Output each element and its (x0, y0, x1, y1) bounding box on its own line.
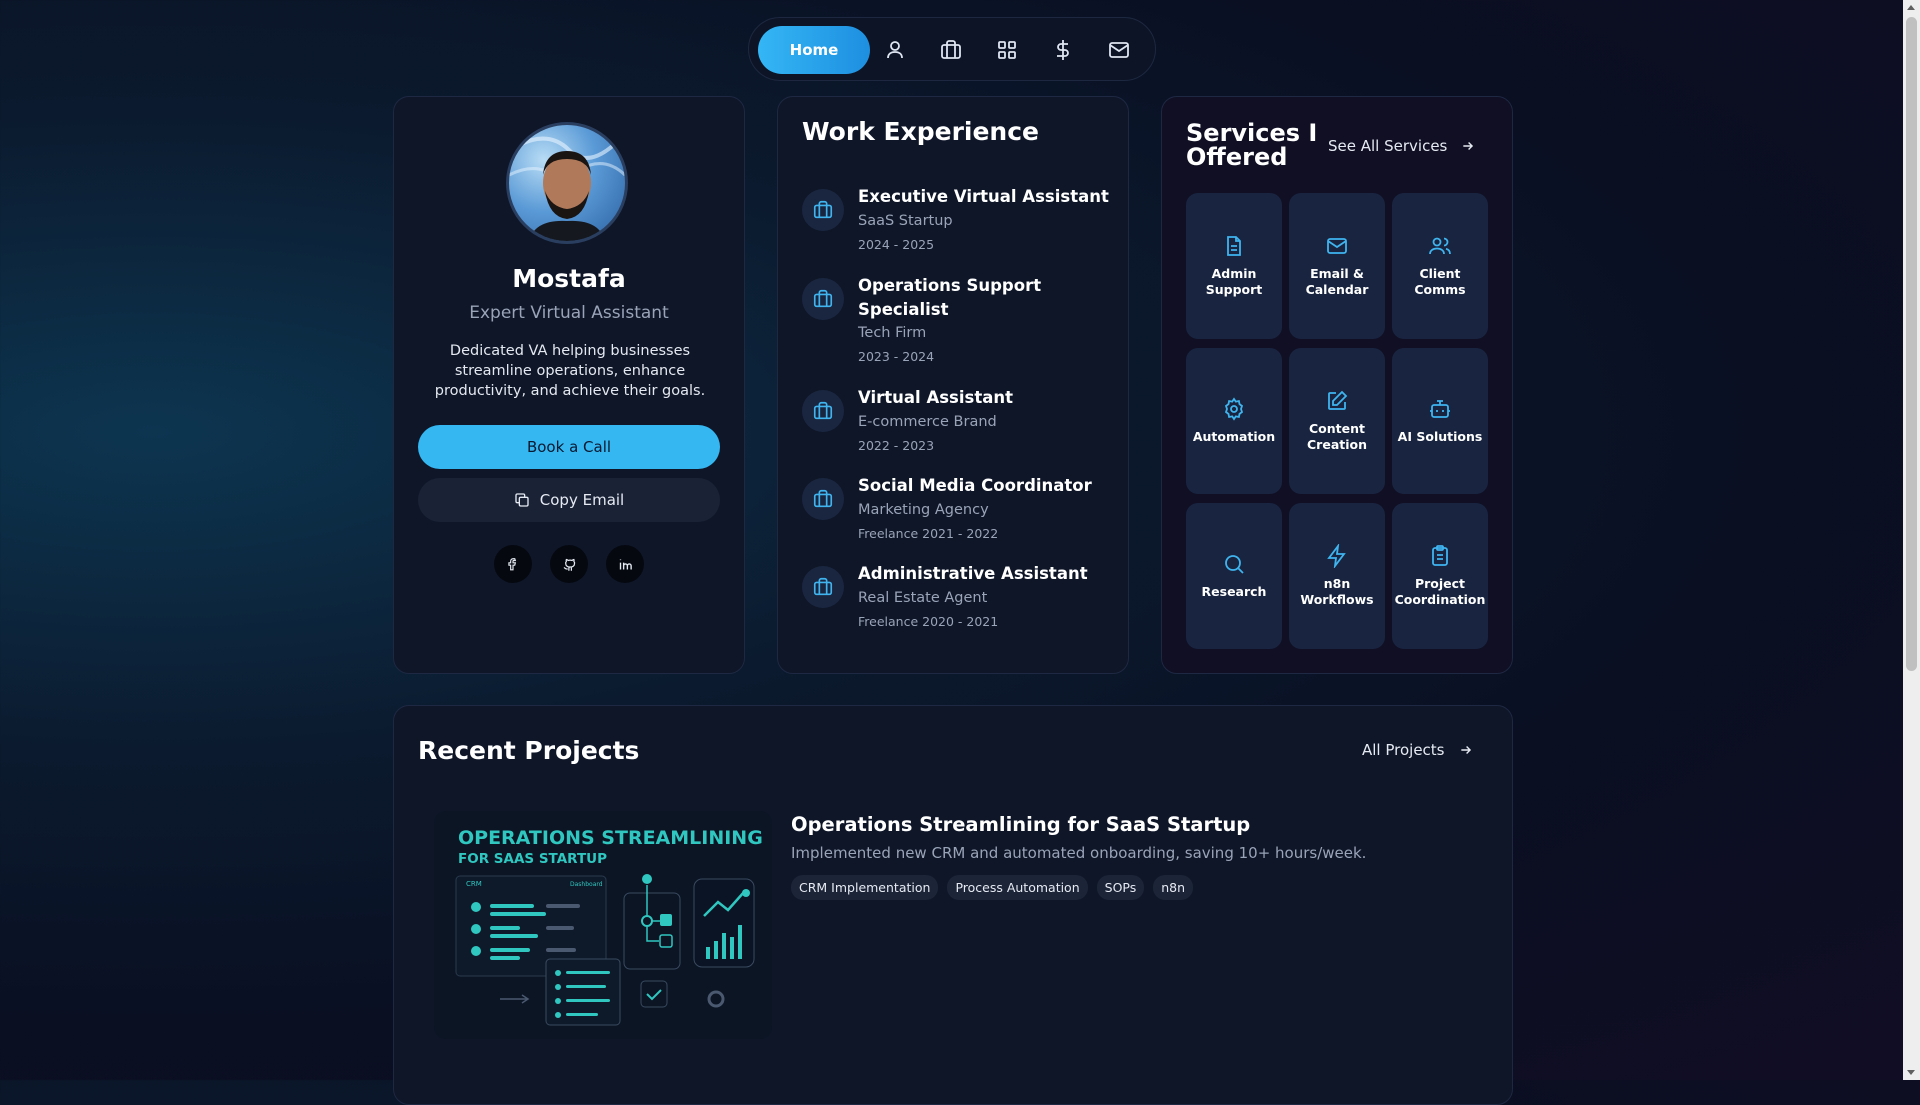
job-role: Operations Support Specialist (858, 276, 1042, 319)
recent-projects-card: Recent Projects All Projects OPERATIONS … (393, 705, 1513, 1105)
all-projects-link[interactable]: All Projects (1362, 741, 1473, 759)
job-company: Marketing Agency (858, 502, 989, 518)
document-icon (1222, 234, 1246, 258)
service-label: Admin Support (1205, 266, 1263, 297)
service-tile-project-coordination[interactable]: Project Coordination (1392, 503, 1488, 649)
job-company: SaaS Startup (858, 213, 953, 229)
users-icon (1428, 234, 1452, 258)
mail-icon (1325, 234, 1349, 258)
arrow-right-icon (1459, 743, 1473, 757)
see-all-services-link[interactable]: See All Services (1328, 137, 1475, 155)
bot-icon (1428, 397, 1452, 421)
copy-email-button[interactable]: Copy Email (418, 478, 720, 522)
user-icon[interactable] (883, 38, 907, 62)
all-projects-label: All Projects (1362, 741, 1445, 759)
see-all-label: See All Services (1328, 137, 1448, 155)
facebook-icon[interactable] (494, 545, 532, 583)
tag: Process Automation (947, 875, 1088, 900)
services-card: Services I Offered See All Services Admi… (1161, 96, 1513, 674)
service-tile-research[interactable]: Research (1186, 503, 1282, 649)
service-tile-ai-solutions[interactable]: AI Solutions (1392, 348, 1488, 494)
briefcase-icon (802, 278, 844, 320)
briefcase-icon[interactable] (939, 38, 963, 62)
job-dates: 2022 - 2023 (858, 438, 935, 453)
project-thumbnail[interactable]: OPERATIONS STREAMLINING FOR SAAS STARTUP… (434, 811, 772, 1039)
profile-name: Mostafa (512, 264, 626, 293)
briefcase-icon (802, 566, 844, 608)
briefcase-icon (802, 390, 844, 432)
service-tile-content-creation[interactable]: Content Creation (1289, 348, 1385, 494)
thumb-crm-label: CRM (466, 880, 482, 888)
book-call-button[interactable]: Book a Call (418, 425, 720, 469)
job-role: Social Media Coordinator (858, 476, 1092, 495)
clipboard-icon (1428, 544, 1452, 568)
arrow-right-icon (1461, 139, 1475, 153)
job-role: Administrative Assistant (858, 564, 1088, 583)
job-role: Executive Virtual Assistant (858, 187, 1109, 206)
grid-icon[interactable] (995, 38, 1019, 62)
job-dates: 2024 - 2025 (858, 237, 935, 252)
job-role: Virtual Assistant (858, 388, 1013, 407)
avatar (506, 122, 628, 244)
mail-icon[interactable] (1107, 38, 1131, 62)
job-dates: Freelance 2021 - 2022 (858, 526, 999, 541)
services-title: Services I Offered (1186, 119, 1318, 171)
service-tile-client-comms[interactable]: Client Comms (1392, 193, 1488, 339)
service-label: n8n Workflows (1300, 576, 1374, 607)
job-company: Tech Firm (858, 325, 927, 341)
briefcase-icon (802, 189, 844, 231)
project-tags: CRM Implementation Process Automation SO… (791, 875, 1194, 900)
scroll-up-arrow[interactable] (1907, 5, 1915, 10)
work-experience-title: Work Experience (802, 117, 1039, 146)
profile-description: Dedicated VA helping businesses streamli… (434, 343, 706, 399)
profile-title: Expert Virtual Assistant (469, 303, 669, 323)
copy-email-label: Copy Email (539, 491, 625, 509)
thumb-dashboard-label: Dashboard (570, 881, 603, 888)
service-label: Automation (1192, 429, 1276, 444)
service-label: AI Solutions (1397, 429, 1483, 444)
job-company: E-commerce Brand (858, 414, 997, 430)
project-name[interactable]: Operations Streamlining for SaaS Startup (791, 813, 1250, 836)
dollar-icon[interactable] (1051, 38, 1075, 62)
nav-home-button[interactable]: Home (758, 26, 870, 74)
search-icon (1222, 552, 1246, 576)
top-nav: Home (748, 17, 1156, 81)
job-dates: Freelance 2020 - 2021 (858, 614, 999, 629)
thumb-heading: OPERATIONS STREAMLINING (458, 827, 763, 849)
profile-card: Mostafa Expert Virtual Assistant Dedicat… (393, 96, 745, 674)
work-experience-card: Work Experience Executive Virtual Assist… (777, 96, 1129, 674)
page-scrollbar[interactable] (1903, 0, 1920, 1080)
tag: n8n (1153, 875, 1194, 900)
job-company: Real Estate Agent (858, 590, 988, 606)
service-label: Client Comms (1414, 266, 1466, 297)
copy-icon (514, 492, 530, 508)
project-description: Implemented new CRM and automated onboar… (791, 844, 1367, 862)
lightning-icon (1325, 544, 1349, 568)
tag: CRM Implementation (791, 875, 939, 900)
service-tile-automation[interactable]: Automation (1186, 348, 1282, 494)
service-tile-email-calendar[interactable]: Email & Calendar (1289, 193, 1385, 339)
service-label: Content Creation (1307, 421, 1367, 452)
briefcase-icon (802, 478, 844, 520)
service-label: Research (1201, 584, 1267, 599)
scroll-thumb[interactable] (1906, 17, 1917, 671)
service-label: Email & Calendar (1305, 266, 1369, 297)
thumb-subheading: FOR SAAS STARTUP (458, 851, 607, 867)
recent-projects-title: Recent Projects (418, 736, 640, 765)
tag: SOPs (1096, 875, 1145, 900)
edit-icon (1325, 389, 1349, 413)
github-icon[interactable] (550, 545, 588, 583)
scroll-down-arrow[interactable] (1907, 1070, 1915, 1075)
gear-icon (1222, 397, 1246, 421)
service-label: Project Coordination (1394, 576, 1486, 607)
job-dates: 2023 - 2024 (858, 349, 935, 364)
linkedin-icon[interactable] (606, 545, 644, 583)
service-tile-admin-support[interactable]: Admin Support (1186, 193, 1282, 339)
service-tile-n8n-workflows[interactable]: n8n Workflows (1289, 503, 1385, 649)
